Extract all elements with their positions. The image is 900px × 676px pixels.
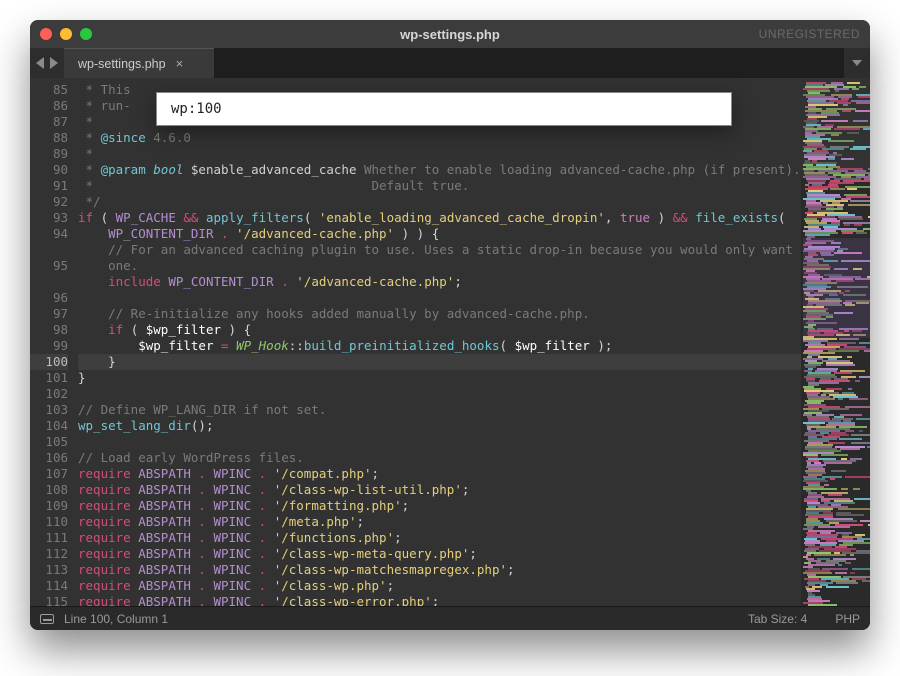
code-line[interactable] (78, 290, 801, 306)
code-line[interactable]: require ABSPATH . WPINC . '/class-wp.php… (78, 578, 801, 594)
status-bar: Line 100, Column 1 Tab Size: 4 PHP (30, 606, 870, 630)
code-line[interactable] (78, 386, 801, 402)
line-number: 93 (30, 210, 68, 226)
line-number: 110 (30, 514, 68, 530)
line-number: 90 (30, 162, 68, 178)
code-line[interactable]: require ABSPATH . WPINC . '/class-wp-lis… (78, 482, 801, 498)
code-line[interactable]: include WP_CONTENT_DIR . '/advanced-cach… (78, 274, 801, 290)
code-editor[interactable]: 8586878889909192939495969798991001011021… (30, 78, 801, 606)
code-content[interactable]: * This * run- * * @since 4.6.0 * * @para… (78, 82, 801, 606)
code-line[interactable]: one. (78, 258, 801, 274)
code-line[interactable]: // Re-initialize any hooks added manuall… (78, 306, 801, 322)
nav-forward-icon[interactable] (50, 57, 58, 69)
file-tab[interactable]: wp-settings.php × (64, 48, 214, 78)
titlebar: wp-settings.php UNREGISTERED (30, 20, 870, 48)
tab-bar: wp-settings.php × (30, 48, 870, 78)
chevron-down-icon (852, 60, 862, 66)
code-line[interactable] (78, 434, 801, 450)
line-number: 104 (30, 418, 68, 434)
line-number: 115 (30, 594, 68, 606)
code-line[interactable]: } (78, 370, 801, 386)
line-number: 105 (30, 434, 68, 450)
line-number: 113 (30, 562, 68, 578)
code-line[interactable]: require ABSPATH . WPINC . '/compat.php'; (78, 466, 801, 482)
line-number: 103 (30, 402, 68, 418)
code-line[interactable]: require ABSPATH . WPINC . '/class-wp-met… (78, 546, 801, 562)
line-number: 88 (30, 130, 68, 146)
line-number: 100 (30, 354, 68, 370)
status-syntax[interactable]: PHP (835, 612, 860, 626)
code-line[interactable]: require ABSPATH . WPINC . '/class-wp-mat… (78, 562, 801, 578)
code-line[interactable]: } (78, 354, 801, 370)
line-number: 92 (30, 194, 68, 210)
goto-overlay (156, 92, 732, 126)
code-line[interactable]: wp_set_lang_dir(); (78, 418, 801, 434)
editor-window: wp-settings.php UNREGISTERED wp-settings… (30, 20, 870, 630)
code-line[interactable]: require ABSPATH . WPINC . '/class-wp-err… (78, 594, 801, 606)
line-number: 85 (30, 82, 68, 98)
line-number: 87 (30, 114, 68, 130)
panel-toggle-icon[interactable] (40, 614, 54, 624)
minimap[interactable] (801, 78, 871, 606)
line-number: 95 (30, 258, 68, 274)
code-line[interactable]: $wp_filter = WP_Hook::build_preinitializ… (78, 338, 801, 354)
editor-area: 8586878889909192939495969798991001011021… (30, 78, 870, 606)
line-number: 98 (30, 322, 68, 338)
history-nav (30, 48, 64, 78)
code-line[interactable]: if ( WP_CACHE && apply_filters( 'enable_… (78, 210, 801, 226)
code-line[interactable]: // For an advanced caching plugin to use… (78, 242, 801, 258)
line-number: 111 (30, 530, 68, 546)
code-line[interactable]: */ (78, 194, 801, 210)
line-number: 101 (30, 370, 68, 386)
code-line[interactable]: // Load early WordPress files. (78, 450, 801, 466)
status-cursor-position[interactable]: Line 100, Column 1 (64, 612, 168, 626)
code-line[interactable]: // Define WP_LANG_DIR if not set. (78, 402, 801, 418)
line-number: 112 (30, 546, 68, 562)
line-number: 102 (30, 386, 68, 402)
code-line[interactable]: * @param bool $enable_advanced_cache Whe… (78, 162, 801, 178)
code-line[interactable]: require ABSPATH . WPINC . '/functions.ph… (78, 530, 801, 546)
line-number: 107 (30, 466, 68, 482)
code-line[interactable]: WP_CONTENT_DIR . '/advanced-cache.php' )… (78, 226, 801, 242)
line-number (30, 242, 68, 258)
line-number: 109 (30, 498, 68, 514)
line-number: 86 (30, 98, 68, 114)
goto-input[interactable] (171, 101, 717, 117)
line-number-gutter: 8586878889909192939495969798991001011021… (30, 82, 78, 606)
window-title: wp-settings.php (30, 27, 870, 42)
tab-overflow-button[interactable] (844, 48, 870, 78)
code-line[interactable]: require ABSPATH . WPINC . '/meta.php'; (78, 514, 801, 530)
code-line[interactable]: require ABSPATH . WPINC . '/formatting.p… (78, 498, 801, 514)
status-tab-size[interactable]: Tab Size: 4 (748, 612, 807, 626)
line-number: 108 (30, 482, 68, 498)
file-tab-label: wp-settings.php (78, 57, 166, 71)
line-number (30, 274, 68, 290)
line-number: 99 (30, 338, 68, 354)
close-tab-icon[interactable]: × (176, 57, 184, 70)
line-number: 94 (30, 226, 68, 242)
code-line[interactable]: * @since 4.6.0 (78, 130, 801, 146)
line-number: 96 (30, 290, 68, 306)
line-number: 89 (30, 146, 68, 162)
line-number: 91 (30, 178, 68, 194)
code-line[interactable]: if ( $wp_filter ) { (78, 322, 801, 338)
line-number: 97 (30, 306, 68, 322)
line-number: 114 (30, 578, 68, 594)
code-line[interactable]: * (78, 146, 801, 162)
line-number: 106 (30, 450, 68, 466)
code-line[interactable]: * Default true. (78, 178, 801, 194)
nav-back-icon[interactable] (36, 57, 44, 69)
